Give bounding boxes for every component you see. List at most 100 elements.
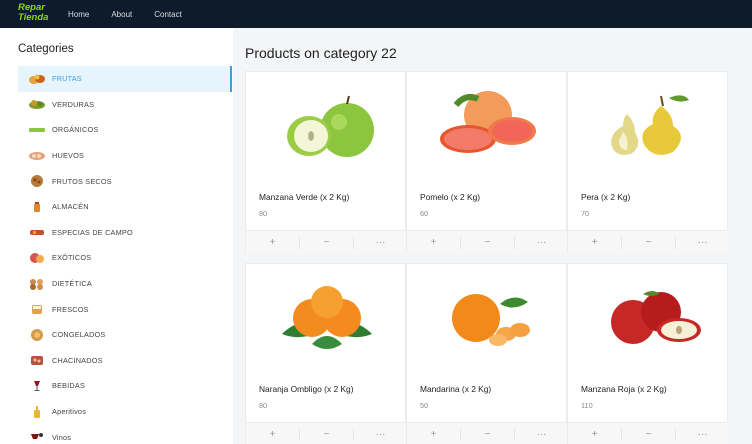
card-actions: + − ··· <box>407 230 568 254</box>
product-name: Pomelo (x 2 Kg) <box>420 192 481 202</box>
category-item-vinos[interactable]: Vinos <box>18 424 232 444</box>
product-card[interactable]: Naranja Ombligo (x 2 Kg) 80 + − ··· <box>245 263 407 444</box>
logo-line-2: Tienda <box>18 12 49 23</box>
nav-link-about[interactable]: About <box>111 10 132 19</box>
product-price: 80 <box>259 209 268 218</box>
product-name: Mandarina (x 2 Kg) <box>420 384 492 394</box>
nav-link-contact[interactable]: Contact <box>154 10 182 19</box>
fresh-icon <box>28 303 46 315</box>
add-button[interactable]: + <box>246 429 299 441</box>
product-card[interactable]: Manzana Roja (x 2 Kg) 110 + − ··· <box>567 263 729 444</box>
product-card[interactable]: Mandarina (x 2 Kg) 50 + − ··· <box>406 263 568 444</box>
pantry-icon <box>28 201 46 213</box>
category-label: BEBIDAS <box>52 381 86 391</box>
category-item-frutas[interactable]: FRUTAS <box>18 66 232 92</box>
drinks-icon <box>28 380 46 392</box>
product-name: Pera (x 2 Kg) <box>581 192 631 202</box>
remove-button[interactable]: − <box>460 236 514 249</box>
card-actions: + − ··· <box>246 422 407 444</box>
category-item-especias[interactable]: ESPECIAS DE CAMPO <box>18 220 232 246</box>
brand-logo[interactable]: Repar Tienda <box>18 3 52 23</box>
category-item-congelados[interactable]: CONGELADOS <box>18 322 232 348</box>
nav-links: Home About Contact <box>68 0 182 28</box>
card-actions: + − ··· <box>568 230 729 254</box>
green-apple-icon <box>246 72 407 182</box>
appetizers-icon <box>28 405 46 418</box>
more-button[interactable]: ··· <box>675 236 729 249</box>
vegetables-icon <box>28 98 46 110</box>
fruits-icon <box>28 73 46 85</box>
product-name: Manzana Roja (x 2 Kg) <box>581 384 667 394</box>
product-price: 80 <box>259 401 268 410</box>
product-card[interactable]: Manzana Verde (x 2 Kg) 80 + − ··· <box>245 71 407 254</box>
category-label: FRESCOS <box>52 304 89 314</box>
category-label: HUEVOS <box>52 151 85 161</box>
add-button[interactable]: + <box>407 237 460 249</box>
category-item-verduras[interactable]: VERDURAS <box>18 92 232 118</box>
category-item-huevos[interactable]: HUEVOS <box>18 143 232 169</box>
right-gutter <box>735 28 752 444</box>
orange-icon <box>246 264 407 374</box>
nav-link-home[interactable]: Home <box>68 10 89 19</box>
category-label: Aperitivos <box>52 407 87 417</box>
category-item-frutos-secos[interactable]: FRUTOS SECOS <box>18 168 232 194</box>
spices-icon <box>28 226 46 238</box>
category-label: FRUTAS <box>52 74 82 84</box>
exotic-icon <box>28 252 46 264</box>
more-button[interactable]: ··· <box>353 236 407 249</box>
add-button[interactable]: + <box>407 429 460 441</box>
grapefruit-icon <box>407 72 568 182</box>
category-label: ESPECIAS DE CAMPO <box>52 227 133 237</box>
product-name: Naranja Ombligo (x 2 Kg) <box>259 384 354 394</box>
top-navbar: Repar Tienda Home About Contact <box>0 0 752 28</box>
category-label: CHACINADOS <box>52 355 103 365</box>
more-button[interactable]: ··· <box>514 428 568 441</box>
category-label: ALMACÉN <box>52 202 89 212</box>
product-card[interactable]: Pera (x 2 Kg) 70 + − ··· <box>567 71 729 254</box>
category-list: FRUTAS VERDURAS ORGÁNICOS HUEVOS FRUTOS … <box>18 66 232 444</box>
remove-button[interactable]: − <box>460 428 514 441</box>
category-sidebar: Categories FRUTAS VERDURAS ORGÁNICOS HUE… <box>0 28 233 444</box>
remove-button[interactable]: − <box>621 236 675 249</box>
category-label: VERDURAS <box>52 99 95 109</box>
product-price: 60 <box>420 209 429 218</box>
product-price: 70 <box>581 209 590 218</box>
category-item-almacen[interactable]: ALMACÉN <box>18 194 232 220</box>
category-item-dietetica[interactable]: DIETÉTICA <box>18 271 232 297</box>
pear-icon <box>568 72 729 182</box>
card-actions: + − ··· <box>568 422 729 444</box>
main-content: Products on category 22 Manzana Verde (x… <box>233 28 752 444</box>
remove-button[interactable]: − <box>299 428 353 441</box>
category-item-chacinados[interactable]: CHACINADOS <box>18 348 232 374</box>
nuts-icon <box>28 175 46 188</box>
category-label: EXÓTICOS <box>52 253 92 263</box>
category-item-organicos[interactable]: ORGÁNICOS <box>18 117 232 143</box>
product-card[interactable]: Pomelo (x 2 Kg) 60 + − ··· <box>406 71 568 254</box>
organic-icon <box>28 124 46 136</box>
wine-icon <box>28 431 46 443</box>
mandarin-icon <box>407 264 568 374</box>
category-item-bebidas[interactable]: BEBIDAS <box>18 373 232 399</box>
card-actions: + − ··· <box>407 422 568 444</box>
category-item-frescos[interactable]: FRESCOS <box>18 296 232 322</box>
category-label: Vinos <box>52 432 72 442</box>
category-label: DIETÉTICA <box>52 279 92 289</box>
category-item-aperitivos[interactable]: Aperitivos <box>18 399 232 425</box>
page-title: Products on category 22 <box>245 45 397 61</box>
frozen-icon <box>28 328 46 341</box>
add-button[interactable]: + <box>568 429 621 441</box>
cold-cuts-icon <box>28 354 46 366</box>
add-button[interactable]: + <box>246 237 299 249</box>
more-button[interactable]: ··· <box>353 428 407 441</box>
remove-button[interactable]: − <box>621 428 675 441</box>
remove-button[interactable]: − <box>299 236 353 249</box>
more-button[interactable]: ··· <box>675 428 729 441</box>
category-item-exoticos[interactable]: EXÓTICOS <box>18 245 232 271</box>
add-button[interactable]: + <box>568 237 621 249</box>
more-button[interactable]: ··· <box>514 236 568 249</box>
eggs-icon <box>28 150 46 162</box>
product-price: 110 <box>581 401 593 410</box>
product-name: Manzana Verde (x 2 Kg) <box>259 192 350 202</box>
category-label: ORGÁNICOS <box>52 125 99 135</box>
dietetic-icon <box>28 278 46 290</box>
